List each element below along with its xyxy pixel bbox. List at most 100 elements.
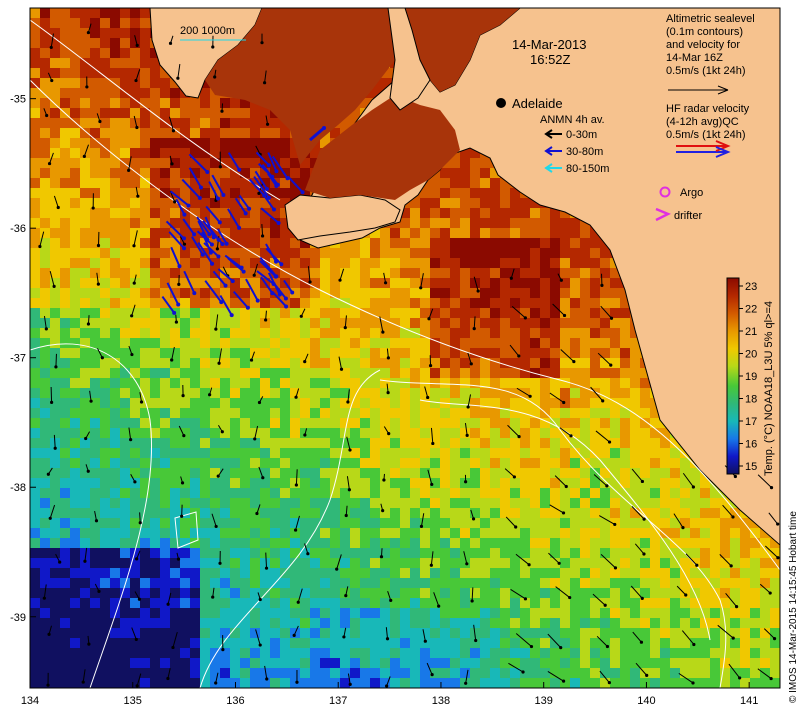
sst-cell	[580, 638, 590, 648]
sst-cell	[110, 458, 120, 468]
sst-cell	[370, 288, 380, 298]
sst-cell	[70, 18, 80, 28]
sst-cell	[310, 668, 320, 678]
sst-cell	[120, 418, 130, 428]
sst-cell	[450, 508, 460, 518]
sst-cell	[90, 388, 100, 398]
sst-cell	[440, 408, 450, 418]
sst-cell	[330, 328, 340, 338]
sst-cell	[270, 528, 280, 538]
sst-cell	[450, 278, 460, 288]
sst-cell	[490, 488, 500, 498]
sst-cell	[550, 618, 560, 628]
sst-cell	[600, 518, 610, 528]
sst-cell	[80, 198, 90, 208]
sst-cell	[500, 448, 510, 458]
sst-cell	[400, 388, 410, 398]
sst-cell	[500, 378, 510, 388]
sst-cell	[80, 578, 90, 588]
sst-cell	[590, 538, 600, 548]
sst-cell	[140, 458, 150, 468]
sst-cell	[30, 58, 40, 68]
sst-cell	[100, 178, 110, 188]
sst-cell	[410, 298, 420, 308]
sst-cell	[540, 338, 550, 348]
sst-cell	[610, 508, 620, 518]
sst-cell	[120, 118, 130, 128]
sst-cell	[200, 598, 210, 608]
sst-cell	[330, 628, 340, 638]
sst-cell	[340, 618, 350, 628]
sst-cell	[620, 458, 630, 468]
sst-cell	[290, 298, 300, 308]
sst-cell	[600, 618, 610, 628]
sst-cell	[510, 438, 520, 448]
sst-cell	[450, 388, 460, 398]
sst-cell	[660, 628, 670, 638]
sst-cell	[440, 548, 450, 558]
sst-cell	[80, 648, 90, 658]
sst-cell	[550, 568, 560, 578]
sst-cell	[500, 558, 510, 568]
sst-cell	[370, 328, 380, 338]
sst-cell	[730, 608, 740, 618]
sst-cell	[430, 548, 440, 558]
sst-cell	[230, 128, 240, 138]
sst-cell	[410, 628, 420, 638]
sst-cell	[70, 258, 80, 268]
sst-cell	[740, 528, 750, 538]
sst-cell	[360, 238, 370, 248]
sst-cell	[730, 648, 740, 658]
sst-cell	[150, 318, 160, 328]
sst-cell	[110, 68, 120, 78]
sst-cell	[80, 368, 90, 378]
sst-cell	[540, 548, 550, 558]
sst-cell	[280, 588, 290, 598]
sst-cell	[350, 288, 360, 298]
sst-cell	[360, 498, 370, 508]
sst-cell	[470, 458, 480, 468]
sst-cell	[610, 658, 620, 668]
sst-cell	[450, 318, 460, 328]
sst-cell	[540, 468, 550, 478]
sst-cell	[340, 558, 350, 568]
sst-cell	[90, 598, 100, 608]
sst-cell	[160, 328, 170, 338]
sst-cell	[200, 628, 210, 638]
sst-cell	[370, 248, 380, 258]
sst-cell	[630, 378, 640, 388]
sst-cell	[500, 428, 510, 438]
sst-cell	[320, 528, 330, 538]
sst-cell	[40, 108, 50, 118]
sst-cell	[290, 648, 300, 658]
sst-cell	[30, 188, 40, 198]
sst-cell	[540, 348, 550, 358]
sst-cell	[70, 68, 80, 78]
sst-cell	[60, 288, 70, 298]
sst-cell	[450, 308, 460, 318]
sst-cell	[590, 438, 600, 448]
sst-cell	[360, 608, 370, 618]
sst-cell	[490, 618, 500, 628]
sst-cell	[30, 518, 40, 528]
sst-cell	[400, 398, 410, 408]
sst-cell	[430, 218, 440, 228]
sst-cell	[620, 518, 630, 528]
sst-cell	[310, 468, 320, 478]
sst-cell	[150, 88, 160, 98]
sst-cell	[220, 368, 230, 378]
sst-cell	[560, 438, 570, 448]
sst-cell	[700, 528, 710, 538]
sst-cell	[370, 608, 380, 618]
sst-cell	[470, 528, 480, 538]
sst-cell	[560, 488, 570, 498]
sst-cell	[720, 658, 730, 668]
sst-cell	[160, 348, 170, 358]
sst-cell	[480, 608, 490, 618]
sst-cell	[160, 128, 170, 138]
sst-cell	[70, 618, 80, 628]
sst-cell	[460, 618, 470, 628]
sst-cell	[640, 398, 650, 408]
sst-cell	[140, 208, 150, 218]
sst-cell	[570, 438, 580, 448]
